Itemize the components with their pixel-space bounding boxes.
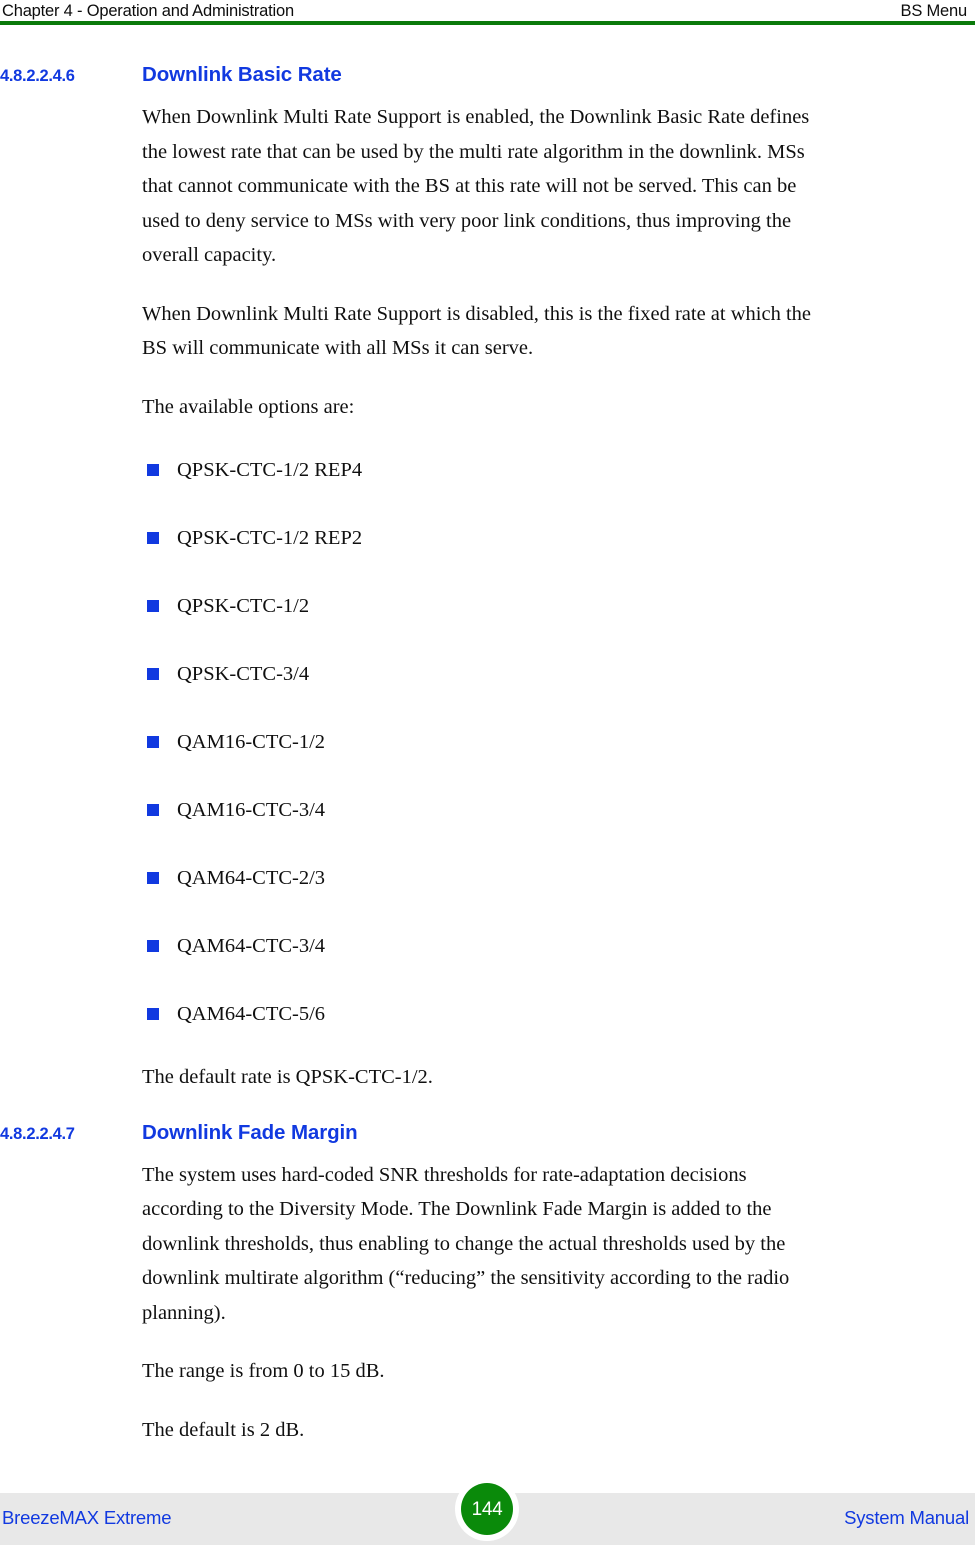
list-item-label: QAM64-CTC-3/4 [177, 935, 326, 957]
list-item-label: QAM64-CTC-2/3 [177, 867, 326, 889]
list-item: QPSK-CTC-1/2 [142, 589, 842, 623]
page-running-header: Chapter 4 - Operation and Administration… [0, 0, 975, 23]
list-item-label: QPSK-CTC-3/4 [177, 663, 310, 685]
section-title: Downlink Basic Rate [142, 63, 342, 86]
list-item-label: QAM16-CTC-3/4 [177, 799, 326, 821]
footer-product-label: BreezeMAX Extreme [2, 1507, 172, 1528]
list-item-label: QPSK-CTC-1/2 [177, 595, 310, 617]
square-bullet-icon [147, 804, 159, 816]
list-item: QAM64-CTC-5/6 [142, 997, 842, 1031]
section-body-downlink-fade-margin: The system uses hard-coded SNR threshold… [142, 1158, 828, 1448]
paragraph: The system uses hard-coded SNR threshold… [142, 1163, 790, 1324]
square-bullet-icon [147, 736, 159, 748]
page-number-text: 144 [471, 1498, 503, 1520]
paragraph-range: The range is from 0 to 15 dB. [142, 1360, 385, 1382]
list-item-label: QAM64-CTC-5/6 [177, 1003, 326, 1025]
list-item-label: QPSK-CTC-1/2 REP4 [177, 459, 363, 481]
list-item: QAM16-CTC-3/4 [142, 793, 842, 827]
list-item: QPSK-CTC-3/4 [142, 657, 842, 691]
square-bullet-icon [147, 668, 159, 680]
square-bullet-icon [147, 940, 159, 952]
header-divider-rule [0, 21, 975, 25]
list-item-label: QAM16-CTC-1/2 [177, 731, 326, 753]
paragraph-options-intro: The available options are: [142, 395, 355, 418]
page-content: 4.8.2.2.4.6 Downlink Basic Rate When Dow… [0, 62, 975, 1447]
list-item: QPSK-CTC-1/2 REP4 [142, 453, 842, 487]
header-chapter-label: Chapter 4 - Operation and Administration [2, 2, 294, 20]
section-heading-downlink-fade-margin: 4.8.2.2.4.7 Downlink Fade Margin [0, 1120, 975, 1147]
section-title: Downlink Fade Margin [142, 1120, 358, 1144]
list-item-label: QPSK-CTC-1/2 REP2 [177, 527, 363, 549]
section-closing-downlink-basic-rate: The default rate is QPSK-CTC-1/2. [142, 1060, 828, 1095]
square-bullet-icon [147, 464, 159, 476]
section-heading-downlink-basic-rate: 4.8.2.2.4.6 Downlink Basic Rate [0, 62, 975, 89]
section-body-downlink-basic-rate: When Downlink Multi Rate Support is enab… [142, 100, 828, 424]
list-item: QAM64-CTC-2/3 [142, 861, 842, 895]
paragraph-default: The default is 2 dB. [142, 1418, 305, 1441]
square-bullet-icon [147, 1008, 159, 1020]
section-number: 4.8.2.2.4.6 [0, 67, 75, 85]
downlink-basic-rate-option-list: QPSK-CTC-1/2 REP4 QPSK-CTC-1/2 REP2 QPSK… [142, 453, 842, 1031]
square-bullet-icon [147, 600, 159, 612]
paragraph: When Downlink Multi Rate Support is disa… [142, 302, 811, 360]
paragraph: When Downlink Multi Rate Support is enab… [142, 106, 810, 266]
square-bullet-icon [147, 532, 159, 544]
list-item: QAM16-CTC-1/2 [142, 725, 842, 759]
page-number-badge: 144 [455, 1477, 519, 1541]
list-item: QAM64-CTC-3/4 [142, 929, 842, 963]
footer-document-label: System Manual [844, 1507, 969, 1528]
header-section-label: BS Menu [900, 2, 968, 20]
list-item: QPSK-CTC-1/2 REP2 [142, 521, 842, 555]
paragraph-default-rate: The default rate is QPSK-CTC-1/2. [142, 1066, 433, 1088]
section-number: 4.8.2.2.4.7 [0, 1124, 75, 1143]
square-bullet-icon [147, 872, 159, 884]
page-number-disc: 144 [461, 1483, 513, 1535]
